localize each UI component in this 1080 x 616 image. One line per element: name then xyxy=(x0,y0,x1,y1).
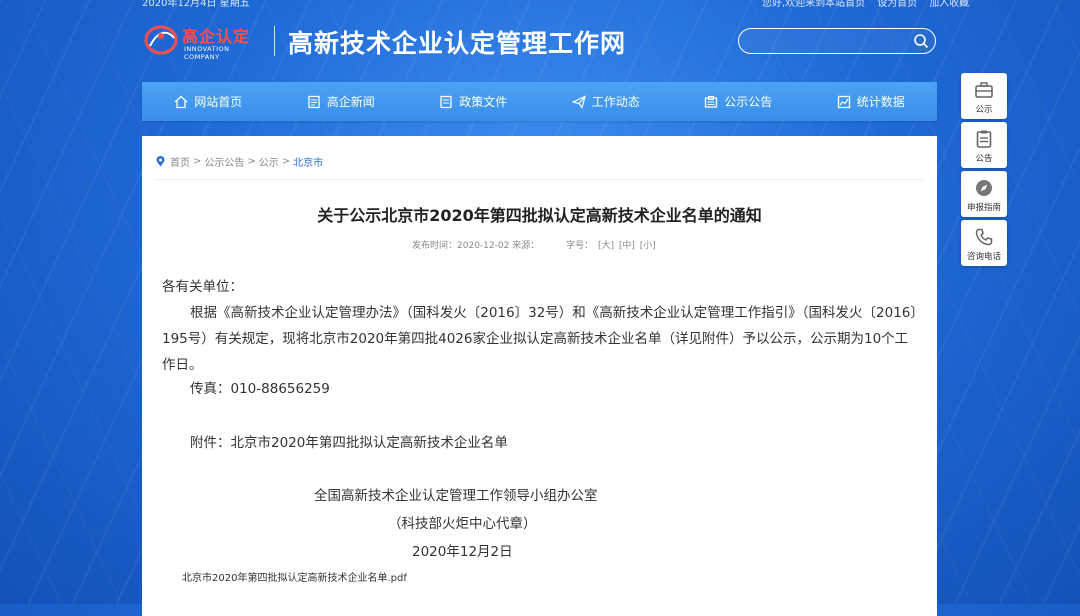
breadcrumb-notices[interactable]: 公示公告 xyxy=(204,154,244,169)
main-nav: 网站首页 高企新闻 政策文件 工作动态 公示公告 统计数据 xyxy=(142,82,937,121)
side-tool-label: 申报指南 xyxy=(966,202,1001,213)
signature-date: 2020年12月2日 xyxy=(412,544,513,560)
side-tool-label: 公告 xyxy=(975,153,993,164)
header-divider xyxy=(274,26,275,56)
nav-label: 政策文件 xyxy=(459,95,508,109)
file-list-icon xyxy=(440,95,452,108)
nav-news[interactable]: 高企新闻 xyxy=(275,82,408,121)
notice-icon xyxy=(705,95,718,108)
signature-org: 全国高新技术企业认定管理工作领导小组办公室 xyxy=(314,488,598,504)
breadcrumb-separator: > xyxy=(281,156,291,167)
fax-line: 传真：010-88656259 xyxy=(190,381,330,397)
signature-seal: （科技部火炬中心代章） xyxy=(388,516,537,532)
set-homepage-link[interactable]: 设为首页 xyxy=(877,0,917,9)
home-icon xyxy=(174,95,188,108)
nav-home[interactable]: 网站首页 xyxy=(142,82,275,121)
document-icon xyxy=(308,95,320,108)
site-title: 高新技术企业认定管理工作网 xyxy=(288,29,627,58)
search-box xyxy=(738,28,936,54)
divider xyxy=(156,179,923,180)
attachment-line: 附件：北京市2020年第四批拟认定高新技术企业名单 xyxy=(190,435,508,451)
add-favorite-link[interactable]: 加入收藏 xyxy=(929,0,969,9)
nav-work-updates[interactable]: 工作动态 xyxy=(540,82,673,121)
side-tool-label: 咨询电话 xyxy=(966,251,1001,262)
breadcrumb: 首页 > 公示公告 > 公示 > 北京市 xyxy=(156,154,323,169)
compass-icon xyxy=(976,179,992,196)
top-links: 您好,欢迎来到本站首页 设为首页 加入收藏 xyxy=(762,0,969,9)
breadcrumb-publicity[interactable]: 公示 xyxy=(259,154,279,169)
side-tool-guide[interactable]: 申报指南 xyxy=(961,171,1007,217)
font-size-medium-button[interactable]: [中] xyxy=(619,241,635,251)
publish-date: 2020-12-02 xyxy=(457,241,510,251)
main-paragraph: 根据《高新技术企业认定管理办法》（国科发火〔2016〕32号）和《高新技术企业认… xyxy=(162,305,918,373)
logo-subtitle: INNOVATION COMPANY xyxy=(184,45,230,61)
logo-mark-icon xyxy=(144,25,178,55)
article-title: 关于公示北京市2020年第四批拟认定高新技术企业名单的通知 xyxy=(317,206,762,225)
nav-notices[interactable]: 公示公告 xyxy=(672,82,805,121)
font-size-small-button[interactable]: [小] xyxy=(640,241,656,251)
nav-label: 统计数据 xyxy=(856,95,905,109)
nav-policy[interactable]: 政策文件 xyxy=(407,82,540,121)
welcome-link[interactable]: 您好,欢迎来到本站首页 xyxy=(762,0,865,9)
side-tool-announcement[interactable]: 公告 xyxy=(961,122,1007,168)
font-size-large-button[interactable]: [大] xyxy=(598,241,614,251)
search-input[interactable] xyxy=(749,32,913,52)
breadcrumb-separator: > xyxy=(193,156,202,167)
font-size-label: 字号： xyxy=(566,241,594,251)
article-meta: 发布时间：2020-12-02 来源： 字号： [大] [中] [小] xyxy=(412,238,656,251)
article-panel: 首页 > 公示公告 > 公示 > 北京市 关于公示北京市2020年第四批拟认定高… xyxy=(142,136,937,616)
site-logo[interactable]: 高企认定 INNOVATION COMPANY xyxy=(142,20,266,61)
phone-icon xyxy=(975,228,993,245)
nav-label: 高企新闻 xyxy=(326,95,375,109)
nav-label: 公示公告 xyxy=(724,95,773,109)
breadcrumb-home[interactable]: 首页 xyxy=(170,154,190,169)
current-date: 2020年12月4日 星期五 xyxy=(142,0,250,9)
salutation: 各有关单位： xyxy=(162,279,243,295)
location-pin-icon xyxy=(156,156,165,167)
chart-icon xyxy=(837,95,850,108)
breadcrumb-current[interactable]: 北京市 xyxy=(293,154,323,169)
nav-label: 网站首页 xyxy=(194,95,243,109)
source-label: 来源： xyxy=(512,241,540,251)
logo-text: 高企认定 xyxy=(182,27,251,46)
top-bar: 2020年12月4日 星期五 您好,欢迎来到本站首页 设为首页 加入收藏 xyxy=(0,0,1080,9)
breadcrumb-separator: > xyxy=(247,156,256,167)
side-tool-publicity[interactable]: 公示 xyxy=(961,73,1007,119)
clipboard-icon xyxy=(976,130,992,148)
site-header: 高企认定 INNOVATION COMPANY 高新技术企业认定管理工作网 xyxy=(142,20,942,64)
briefcase-icon xyxy=(975,81,993,98)
side-toolbar: 公示 公告 申报指南 咨询电话 xyxy=(961,73,1007,269)
publish-label: 发布时间： xyxy=(412,241,458,251)
search-icon[interactable] xyxy=(913,33,929,49)
send-icon xyxy=(571,94,586,109)
side-tool-label: 公示 xyxy=(975,104,993,115)
side-tool-phone[interactable]: 咨询电话 xyxy=(961,220,1007,266)
nav-statistics[interactable]: 统计数据 xyxy=(805,82,938,121)
nav-label: 工作动态 xyxy=(591,95,640,109)
pdf-attachment-link[interactable]: 北京市2020年第四批拟认定高新技术企业名单.pdf xyxy=(182,569,407,584)
